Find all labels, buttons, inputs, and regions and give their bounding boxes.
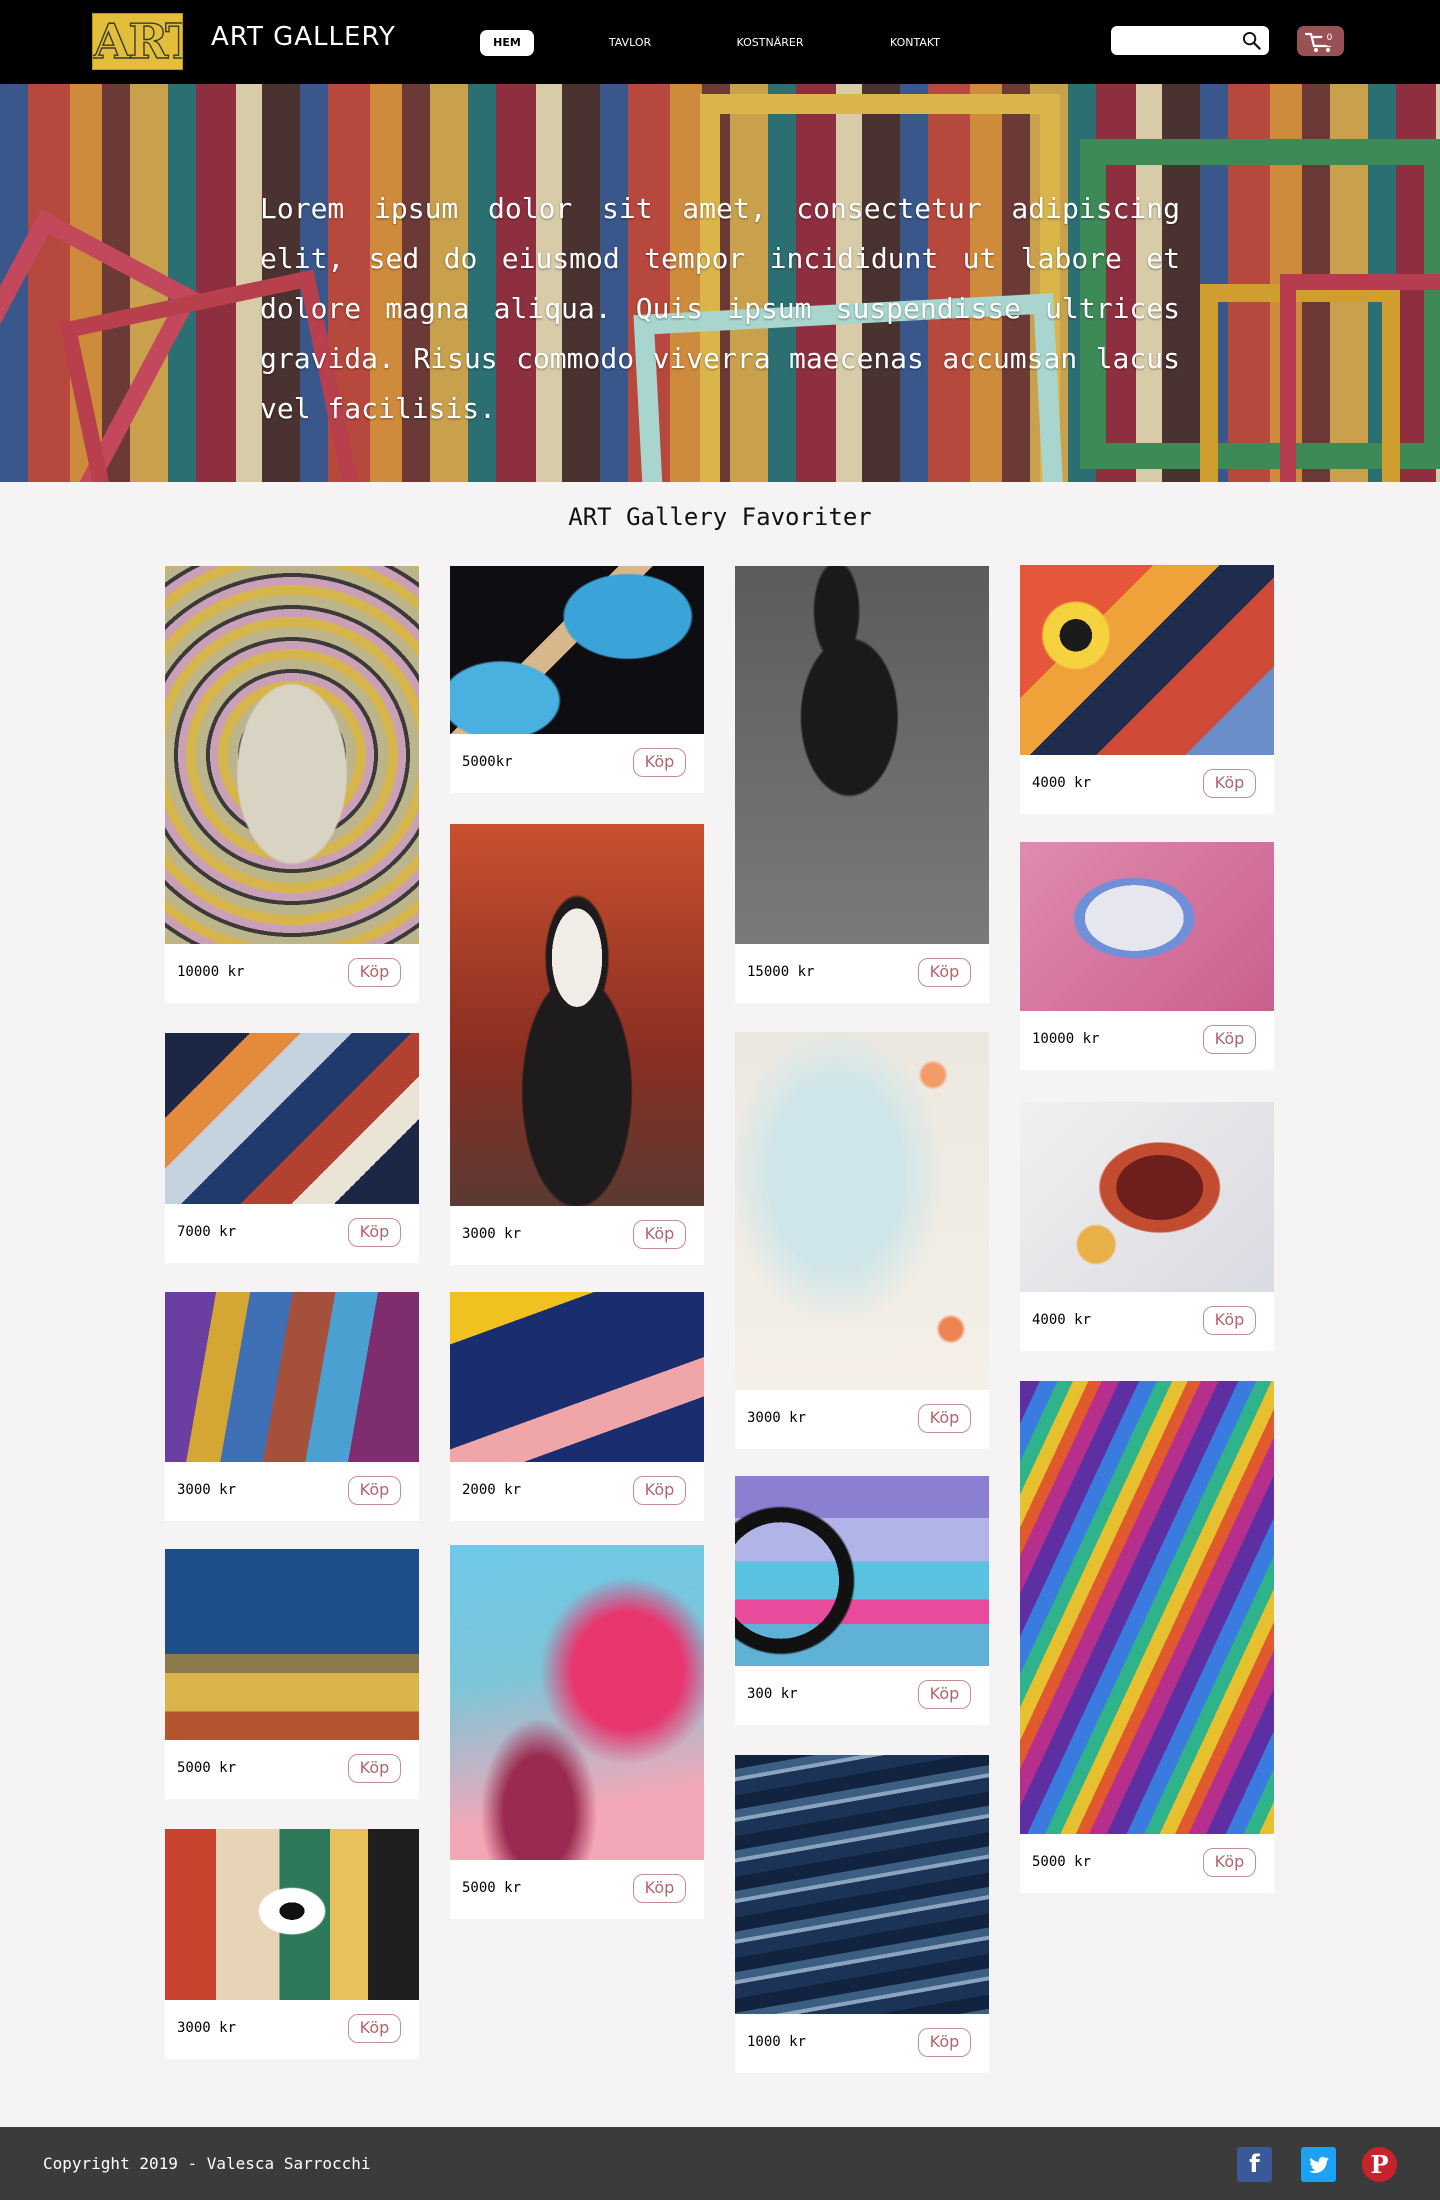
nav-tavlor[interactable]: TAVLOR — [600, 30, 660, 56]
art-card: 3000 kr Köp — [165, 1829, 419, 2059]
artwork-image[interactable] — [1020, 842, 1274, 1011]
buy-button[interactable]: Köp — [918, 2028, 971, 2057]
art-card: 5000 kr Köp — [1020, 1381, 1274, 1893]
art-card: 2000 kr Köp — [450, 1292, 704, 1521]
artwork-image[interactable] — [165, 1292, 419, 1462]
buy-button[interactable]: Köp — [348, 1476, 401, 1505]
art-card: 5000 kr Köp — [165, 1549, 419, 1799]
buy-button[interactable]: Köp — [348, 1218, 401, 1247]
price-label: 3000 kr — [462, 1226, 522, 1242]
art-card: 300 kr Köp — [735, 1476, 989, 1725]
section-title: ART Gallery Favoriter — [568, 503, 872, 531]
price-label: 5000 kr — [1032, 1854, 1092, 1870]
price-label: 5000kr — [462, 754, 513, 770]
price-label: 4000 kr — [1032, 775, 1092, 791]
buy-button[interactable]: Köp — [1203, 1025, 1256, 1054]
art-card: 1000 kr Köp — [735, 1755, 989, 2073]
facebook-icon[interactable]: f — [1237, 2147, 1272, 2182]
artwork-image[interactable] — [165, 1829, 419, 2000]
art-card: 5000kr Köp — [450, 566, 704, 793]
footer: Copyright 2019 - Valesca Sarrocchi f P — [0, 2127, 1440, 2200]
art-card: 5000 kr Köp — [450, 1545, 704, 1919]
buy-button[interactable]: Köp — [348, 1754, 401, 1783]
buy-button[interactable]: Köp — [918, 958, 971, 987]
buy-button[interactable]: Köp — [1203, 769, 1256, 798]
buy-button[interactable]: Köp — [633, 748, 686, 777]
artwork-image[interactable] — [165, 1033, 419, 1204]
price-label: 3000 kr — [177, 1482, 237, 1498]
logo-text: ART — [93, 14, 182, 70]
price-label: 3000 kr — [177, 2020, 237, 2036]
price-label: 7000 kr — [177, 1224, 237, 1240]
artwork-image[interactable] — [735, 1032, 989, 1390]
twitter-bird-glyph — [1308, 2156, 1329, 2173]
artwork-image[interactable] — [735, 1476, 989, 1666]
buy-button[interactable]: Köp — [918, 1680, 971, 1709]
art-card: 4000 kr Köp — [1020, 565, 1274, 814]
cart-button[interactable]: 0 — [1297, 26, 1344, 56]
price-label: 4000 kr — [1032, 1312, 1092, 1328]
art-card: 10000 kr Köp — [1020, 842, 1274, 1070]
cart-count-badge: 0 — [1322, 31, 1337, 46]
artwork-image[interactable] — [1020, 1381, 1274, 1834]
top-navbar: ART ART GALLERY HEM TAVLOR KOSTNÄRER KON… — [0, 0, 1440, 84]
price-label: 2000 kr — [462, 1482, 522, 1498]
copyright-text: Copyright 2019 - Valesca Sarrocchi — [43, 2154, 371, 2173]
artwork-image[interactable] — [450, 566, 704, 734]
nav-kostnarer[interactable]: KOSTNÄRER — [730, 30, 810, 56]
buy-button[interactable]: Köp — [348, 2014, 401, 2043]
price-label: 300 kr — [747, 1686, 798, 1702]
buy-button[interactable]: Köp — [633, 1220, 686, 1249]
artwork-image[interactable] — [735, 1755, 989, 2014]
logo[interactable]: ART — [92, 13, 183, 70]
buy-button[interactable]: Köp — [1203, 1848, 1256, 1877]
artwork-image[interactable] — [450, 1545, 704, 1860]
buy-button[interactable]: Köp — [918, 1404, 971, 1433]
artwork-image[interactable] — [450, 1292, 704, 1462]
nav-hem[interactable]: HEM — [480, 30, 534, 56]
twitter-icon[interactable] — [1301, 2147, 1336, 2182]
hero-banner: Lorem ipsum dolor sit amet, consectetur … — [0, 84, 1440, 482]
pinterest-icon[interactable]: P — [1362, 2147, 1397, 2182]
search-icon[interactable] — [1242, 31, 1261, 50]
price-label: 5000 kr — [177, 1760, 237, 1776]
artwork-image[interactable] — [165, 566, 419, 944]
hero-frame — [1280, 274, 1440, 482]
art-card: 3000 kr Köp — [450, 824, 704, 1265]
artwork-image[interactable] — [1020, 1102, 1274, 1292]
art-card: 15000 kr Köp — [735, 566, 989, 1003]
artwork-image[interactable] — [1020, 565, 1274, 755]
price-label: 1000 kr — [747, 2034, 807, 2050]
art-card: 4000 kr Köp — [1020, 1102, 1274, 1351]
art-card: 7000 kr Köp — [165, 1033, 419, 1263]
price-label: 5000 kr — [462, 1880, 522, 1896]
buy-button[interactable]: Köp — [348, 958, 401, 987]
price-label: 15000 kr — [747, 964, 815, 980]
price-label: 3000 kr — [747, 1410, 807, 1426]
nav-kontakt[interactable]: KONTAKT — [882, 30, 948, 56]
buy-button[interactable]: Köp — [1203, 1306, 1256, 1335]
buy-button[interactable]: Köp — [633, 1874, 686, 1903]
hero-text: Lorem ipsum dolor sit amet, consectetur … — [260, 192, 1180, 425]
price-label: 10000 kr — [1032, 1031, 1100, 1047]
buy-button[interactable]: Köp — [633, 1476, 686, 1505]
price-label: 10000 kr — [177, 964, 245, 980]
artwork-image[interactable] — [735, 566, 989, 944]
artwork-image[interactable] — [450, 824, 704, 1206]
art-card: 3000 kr Köp — [735, 1032, 989, 1449]
art-card: 10000 kr Köp — [165, 566, 419, 1003]
brand-title[interactable]: ART GALLERY — [211, 22, 396, 52]
artwork-image[interactable] — [165, 1549, 419, 1740]
search-input[interactable] — [1111, 26, 1269, 55]
art-card: 3000 kr Köp — [165, 1292, 419, 1521]
